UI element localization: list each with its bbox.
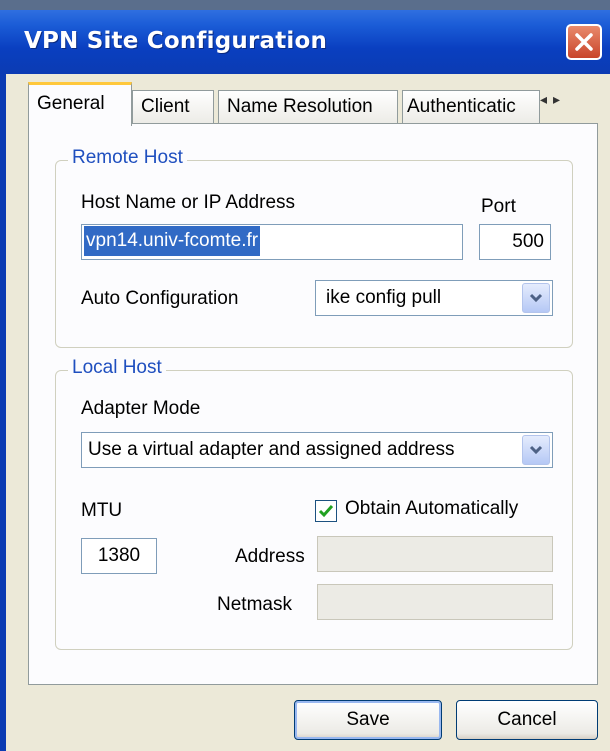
port-label: Port bbox=[481, 196, 516, 217]
port-value: 500 bbox=[512, 231, 544, 252]
address-input[interactable] bbox=[317, 536, 553, 572]
close-icon bbox=[575, 33, 593, 51]
window-title: VPN Site Configuration bbox=[24, 28, 328, 54]
chevron-down-icon bbox=[529, 293, 543, 303]
obtain-automatically-checkbox[interactable] bbox=[315, 500, 337, 522]
cancel-button[interactable]: Cancel bbox=[456, 700, 598, 740]
tab-client[interactable]: Client bbox=[132, 90, 214, 124]
general-tab-panel: Remote Host Host Name or IP Address Port… bbox=[28, 123, 598, 685]
close-button[interactable] bbox=[566, 24, 602, 60]
checkmark-icon bbox=[318, 505, 334, 518]
tab-general[interactable]: General bbox=[28, 82, 132, 126]
address-label: Address bbox=[235, 546, 305, 567]
mtu-value: 1380 bbox=[97, 545, 141, 566]
host-name-value: vpn14.univ-fcomte.fr bbox=[84, 226, 261, 256]
tab-label: Name Resolution bbox=[227, 96, 373, 117]
host-name-input[interactable]: vpn14.univ-fcomte.fr bbox=[81, 224, 463, 260]
mtu-label: MTU bbox=[81, 500, 123, 521]
save-button[interactable]: Save bbox=[294, 700, 442, 740]
tab-strip: General Client Name Resolution Authentic… bbox=[28, 82, 598, 126]
tab-scroll-right-icon[interactable]: ▸ bbox=[553, 92, 566, 108]
tab-scroll-buttons: ◂▸ bbox=[540, 92, 596, 116]
chevron-down-icon bbox=[529, 445, 543, 455]
auto-configuration-dropdown-button[interactable] bbox=[522, 283, 550, 313]
adapter-mode-label: Adapter Mode bbox=[81, 398, 201, 419]
host-name-label: Host Name or IP Address bbox=[81, 192, 296, 213]
local-host-group-title: Local Host bbox=[68, 357, 166, 379]
tab-name-resolution[interactable]: Name Resolution bbox=[218, 90, 398, 124]
remote-host-group-title: Remote Host bbox=[68, 147, 187, 169]
netmask-label: Netmask bbox=[217, 594, 292, 615]
tab-label: Client bbox=[141, 96, 190, 117]
adapter-mode-value: Use a virtual adapter and assigned addre… bbox=[88, 439, 455, 460]
obtain-automatically-label[interactable]: Obtain Automatically bbox=[345, 498, 518, 520]
adapter-mode-dropdown-button[interactable] bbox=[522, 435, 550, 465]
auto-configuration-value: ike config pull bbox=[326, 287, 442, 308]
window-border bbox=[0, 74, 6, 751]
port-input[interactable]: 500 bbox=[479, 224, 551, 260]
auto-configuration-label: Auto Configuration bbox=[81, 288, 239, 309]
tab-label: General bbox=[37, 93, 105, 114]
tab-scroll-left-icon[interactable]: ◂ bbox=[540, 92, 553, 108]
title-bar[interactable]: VPN Site Configuration bbox=[0, 10, 610, 74]
netmask-input[interactable] bbox=[317, 584, 553, 620]
auto-configuration-select[interactable]: ike config pull bbox=[315, 280, 553, 316]
mtu-input[interactable]: 1380 bbox=[81, 538, 157, 574]
tab-label: Authenticatic bbox=[407, 96, 516, 117]
adapter-mode-select[interactable]: Use a virtual adapter and assigned addre… bbox=[81, 432, 553, 468]
tab-authentication[interactable]: Authenticatic bbox=[402, 90, 540, 124]
